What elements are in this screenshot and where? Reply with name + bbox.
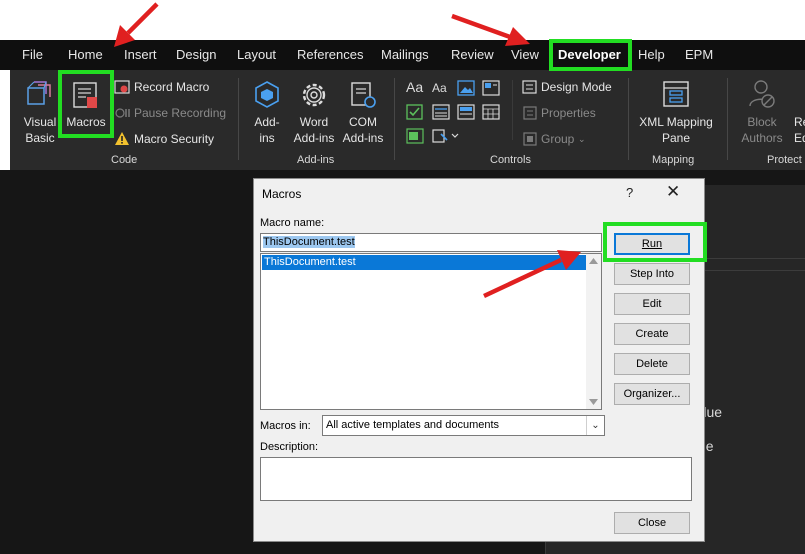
word-window: File Home Insert Design Layout Reference… <box>0 0 805 554</box>
arrow-to-macro-list-item <box>483 250 581 299</box>
arrow-to-home <box>114 2 159 47</box>
arrow-to-developer <box>451 13 530 46</box>
annotation-arrows <box>114 2 581 299</box>
